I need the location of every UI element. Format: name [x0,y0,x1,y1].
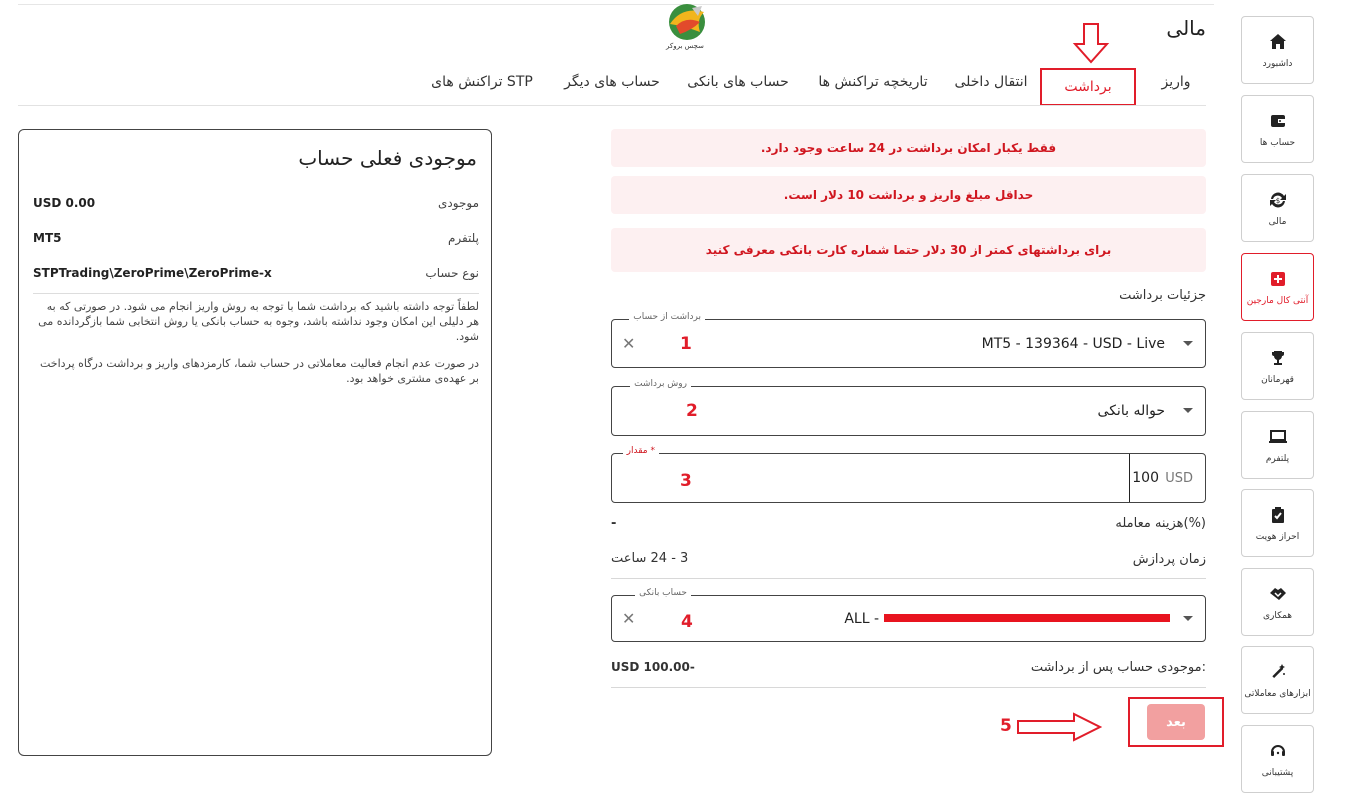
sidebar-item-finance[interactable]: $ مالی [1241,174,1314,242]
sidebar-item-champions[interactable]: قهرمانان [1241,332,1314,400]
sidebar-item-anti-margin-call[interactable]: آنتی کال مارجین [1241,253,1314,321]
trophy-icon [1267,347,1289,369]
sidebar-item-cooperation[interactable]: همکاری [1241,568,1314,636]
finance-tabs: واریز برداشت انتقال داخلی تاریخچه تراکنش… [420,62,1206,106]
platform-value: MT5 [33,231,62,245]
balance-after-value: USD 100.00- [611,660,695,674]
processing-divider [611,578,1206,579]
withdraw-method-select[interactable]: روش برداشت حواله بانکی [611,379,1206,436]
plus-box-icon [1267,268,1289,290]
sidebar-item-label: پشتیبانی [1261,767,1294,778]
headset-icon [1267,740,1289,762]
card-divider [33,293,479,294]
annotation-4: 4 [681,612,693,632]
withdraw-method-value: حواله بانکی [1097,403,1165,419]
alert-card-required: برای برداشتهای کمتر از 30 دلار حتما شمار… [611,228,1206,272]
top-divider [18,4,1214,5]
chevron-down-icon [1183,615,1193,621]
sidebar-item-label: حساب ها [1259,137,1296,148]
home-icon [1267,31,1289,53]
amount-currency: USD [1165,470,1193,486]
laptop-icon [1267,426,1289,448]
annotation-1: 1 [680,334,692,354]
sidebar-item-label: همکاری [1262,610,1293,621]
sidebar-item-label: داشبورد [1262,58,1293,69]
balance-value: USD 0.00 [33,196,96,210]
arrow-down-annotation [1072,23,1110,64]
sidebar-item-label: قهرمانان [1261,374,1294,385]
next-button[interactable]: بعد [1147,704,1205,740]
exchange-icon: $ [1267,189,1289,211]
sidebar-item-label: ابزارهای معاملاتی [1244,688,1311,699]
sidebar-item-verification[interactable]: احراز هویت [1241,489,1314,557]
redaction-bar [884,614,1170,622]
logo-text: سچس بروکر [666,42,704,50]
sidebar-item-accounts[interactable]: حساب ها [1241,95,1314,163]
sidebar-item-support[interactable]: پشتیبانی [1241,725,1314,793]
handshake-icon [1267,583,1289,605]
processing-time-value: 3 - 24 ساعت [611,551,689,566]
sidebar-item-trading-tools[interactable]: ابزارهای معاملاتی [1241,646,1314,714]
clear-icon[interactable]: ✕ [622,609,635,628]
platform-key: پلتفرم [447,231,479,245]
account-type-value: STPTrading\ZeroPrime\ZeroPrime-x [33,266,272,280]
chevron-down-icon [1183,408,1193,413]
amount-input[interactable]: مقدار * USD 100 [611,446,1206,503]
sidebar-item-dashboard[interactable]: داشبورد [1241,16,1314,84]
tab-withdraw[interactable]: برداشت [1040,68,1136,106]
sidebar-item-label: پلتفرم [1265,453,1290,464]
wallet-icon [1267,110,1289,132]
sidebar-item-label: آنتی کال مارجین [1246,295,1309,306]
broker-logo: سچس بروکر [662,2,712,52]
card-note-fees: در صورت عدم انجام فعالیت معاملاتی در حسا… [39,357,479,385]
bank-account-legend: حساب بانکی [635,588,691,598]
card-row-account-type: نوع حساب STPTrading\ZeroPrime\ZeroPrime-… [33,266,479,286]
fee-value: - [611,516,617,531]
tab-transaction-history[interactable]: تاریخچه تراکنش ها [808,62,938,102]
from-account-select[interactable]: برداشت از حساب MT5 - 139364 - USD - Live… [611,312,1206,368]
from-account-value: MT5 - 139364 - USD - Live [981,335,1165,352]
annotation-3: 3 [680,471,692,491]
sidebar-item-label: احراز هویت [1255,531,1300,542]
tab-internal-transfer[interactable]: انتقال داخلی [948,62,1034,102]
magic-wand-icon [1267,661,1289,683]
annotation-2: 2 [686,401,698,421]
withdraw-method-legend: روش برداشت [630,379,691,389]
alert-once-per-day: فقط یکبار امکان برداشت در 24 ساعت وجود د… [611,129,1206,167]
account-balance-card: موجودی فعلی حساب موجودی USD 0.00 پلتفرم … [18,129,492,756]
tab-deposit[interactable]: واریز [1146,62,1206,102]
alert-minimum-amount: حداقل مبلغ واریز و برداشت 10 دلار است. [611,176,1206,214]
from-account-legend: برداشت از حساب [629,312,705,322]
card-title: موجودی فعلی حساب [298,146,477,170]
tabs-divider [18,105,1206,106]
sidebar-item-platform[interactable]: پلتفرم [1241,411,1314,479]
tab-bank-accounts[interactable]: حساب های بانکی [680,62,796,102]
chevron-down-icon [1183,340,1193,346]
tab-stp-transactions[interactable]: تراکنش های STP [420,62,544,102]
balance-key: موجودی [438,196,479,210]
fee-label: هزینه معامله(%) [1115,516,1206,531]
arrow-right-annotation [1017,712,1102,742]
amount-value: 100 [1129,454,1159,502]
sidebar-item-label: مالی [1268,216,1287,227]
account-type-key: نوع حساب [425,266,479,280]
clipboard-check-icon [1267,504,1289,526]
bank-account-value: ALL - [844,610,879,627]
processing-time-label: زمان پردازش [1132,552,1206,567]
clear-icon[interactable]: ✕ [622,334,635,353]
balance-after-label: موجودی حساب پس از برداشت: [1030,660,1206,675]
balance-divider [611,687,1206,688]
annotation-5: 5 [1000,716,1012,736]
svg-text:$: $ [1275,197,1279,205]
card-row-platform: پلتفرم MT5 [33,231,479,251]
tab-other-accounts[interactable]: حساب های دیگر [556,62,668,102]
amount-legend: مقدار * [622,446,659,456]
card-note-withdraw-method: لطفاً توجه داشته باشید که برداشت شما با … [38,300,479,343]
card-row-balance: موجودی USD 0.00 [33,196,479,216]
withdraw-details-title: جزئیات برداشت [1119,288,1206,303]
